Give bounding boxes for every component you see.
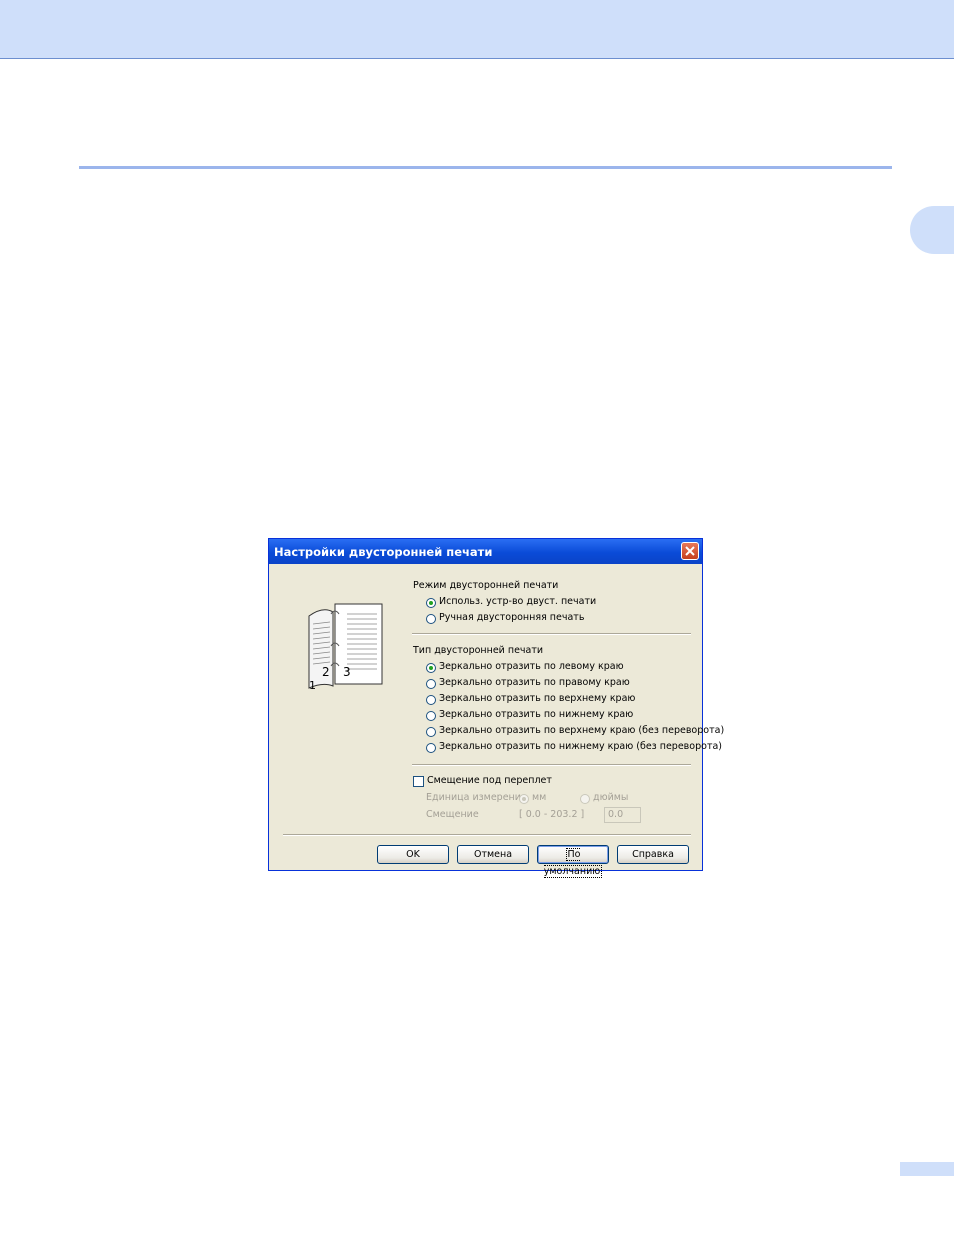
radio-unit-inch[interactable]	[580, 794, 590, 804]
radio-duplex-unit[interactable]	[426, 598, 436, 608]
radio-unit-mm-label[interactable]: мм	[532, 792, 546, 803]
radio-flip-left[interactable]	[426, 663, 436, 673]
radio-unit-inch-label[interactable]: дюймы	[593, 792, 628, 803]
binding-offset-label[interactable]: Смещение под переплет	[427, 775, 552, 786]
help-button-label: Справка	[632, 849, 674, 860]
help-button[interactable]: Справка	[617, 845, 689, 864]
dialog-titlebar[interactable]: Настройки двусторонней печати	[269, 539, 702, 564]
page-number-3: 3	[343, 665, 351, 679]
ok-button-label: OK	[406, 849, 420, 860]
ok-button[interactable]: OK	[377, 845, 449, 864]
separator	[412, 764, 691, 766]
radio-flip-top[interactable]	[426, 695, 436, 705]
section-rule	[79, 166, 892, 169]
radio-unit-mm[interactable]	[519, 794, 529, 804]
radio-flip-right-label[interactable]: Зеркально отразить по правому краю	[439, 677, 630, 688]
cancel-button[interactable]: Отмена	[457, 845, 529, 864]
radio-flip-top-no-flip[interactable]	[426, 727, 436, 737]
close-icon	[685, 546, 695, 556]
radio-flip-left-label[interactable]: Зеркально отразить по левому краю	[439, 661, 624, 672]
duplex-mode-label: Режим двусторонней печати	[413, 580, 559, 591]
radio-flip-right[interactable]	[426, 679, 436, 689]
radio-flip-top-label[interactable]: Зеркально отразить по верхнему краю	[439, 693, 635, 704]
header-band	[0, 0, 954, 59]
duplex-settings-dialog: Настройки двусторонней печати 1 2 3 Режи…	[268, 538, 724, 878]
duplex-type-label: Тип двусторонней печати	[413, 645, 544, 656]
cancel-button-label: Отмена	[473, 849, 513, 860]
offset-range: [ 0.0 - 203.2 ]	[519, 809, 585, 820]
radio-manual-duplex-label[interactable]: Ручная двусторонняя печать	[439, 612, 584, 623]
offset-input[interactable]: 0.0	[604, 807, 641, 823]
page-number-tab	[900, 1162, 954, 1176]
chapter-tab	[910, 206, 954, 254]
close-button[interactable]	[681, 542, 699, 560]
radio-flip-bottom-no-flip-label[interactable]: Зеркально отразить по нижнему краю (без …	[439, 741, 722, 752]
radio-manual-duplex[interactable]	[426, 614, 436, 624]
offset-value: 0.0	[608, 809, 624, 820]
radio-duplex-unit-label[interactable]: Использ. устр-во двуст. печати	[439, 596, 596, 607]
default-button[interactable]: По умолчанию	[537, 845, 609, 878]
radio-flip-bottom[interactable]	[426, 711, 436, 721]
dialog-body: 1 2 3 Режим двусторонней печати Использ.…	[272, 564, 724, 878]
binding-offset-checkbox[interactable]	[413, 776, 424, 787]
radio-flip-bottom-label[interactable]: Зеркально отразить по нижнему краю	[439, 709, 633, 720]
duplex-preview-illustration: 1 2 3	[308, 603, 383, 692]
separator	[283, 834, 691, 836]
default-button-label: По умолчанию	[543, 848, 603, 878]
separator	[412, 633, 691, 635]
offset-label: Смещение	[426, 809, 479, 820]
radio-flip-bottom-no-flip[interactable]	[426, 743, 436, 753]
radio-flip-top-no-flip-label[interactable]: Зеркально отразить по верхнему краю (без…	[439, 725, 724, 736]
page-number-1: 1	[309, 679, 316, 692]
unit-label: Единица измерения	[426, 792, 527, 803]
dialog-title: Настройки двусторонней печати	[274, 545, 493, 559]
page-number-2: 2	[322, 665, 330, 679]
